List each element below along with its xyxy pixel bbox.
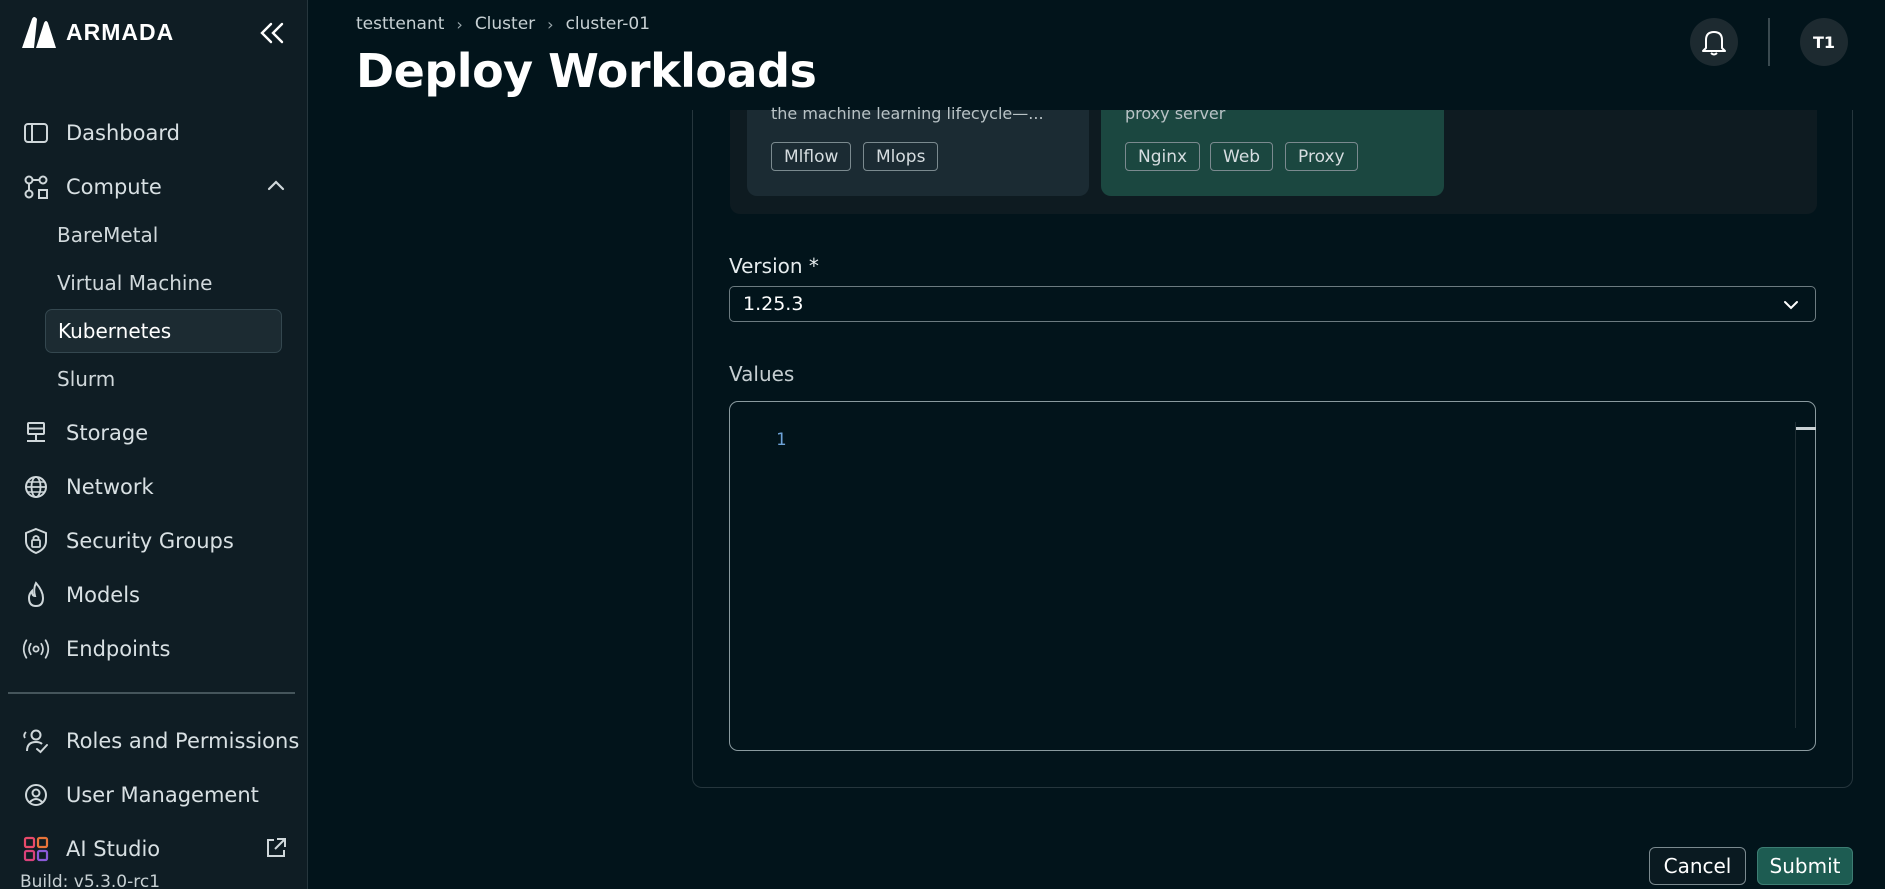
nav-user-management[interactable]: User Management (22, 777, 259, 813)
bell-icon (1702, 31, 1726, 56)
double-chevron-left-icon (260, 22, 284, 44)
breadcrumb: testtenant › Cluster › cluster-01 (356, 14, 650, 34)
chevron-right-icon: › (456, 14, 463, 34)
nav-network[interactable]: Network (22, 469, 154, 505)
sidebar-item-label: Virtual Machine (57, 271, 213, 295)
breadcrumb-item-tenant[interactable]: testtenant (356, 14, 444, 34)
chevron-up-icon[interactable] (265, 178, 287, 192)
brand-logo[interactable]: ARMADA (20, 15, 174, 49)
tag-badge: Mlflow (771, 142, 852, 171)
nav-roles-permissions-label: Roles and Permissions (66, 729, 300, 753)
scrollbar-thumb[interactable] (1796, 427, 1816, 430)
external-link-icon[interactable] (264, 836, 288, 860)
version-select[interactable]: 1.25.3 (729, 286, 1816, 322)
tag-badge: Mlops (863, 142, 939, 171)
nav-dashboard-label: Dashboard (66, 121, 180, 145)
cancel-button[interactable]: Cancel (1649, 847, 1746, 885)
nav-endpoints[interactable]: Endpoints (22, 631, 170, 667)
user-circle-icon (22, 781, 50, 809)
armada-logo-icon (22, 17, 56, 48)
compute-icon (22, 173, 50, 201)
nav-network-label: Network (66, 475, 154, 499)
page-title: Deploy Workloads (356, 44, 817, 98)
ai-studio-icon (22, 835, 50, 863)
sidebar-item-baremetal[interactable]: BareMetal (45, 213, 282, 257)
nav-security-groups[interactable]: Security Groups (22, 523, 234, 559)
tag-badge: Nginx (1125, 142, 1201, 171)
submit-button[interactable]: Submit (1757, 847, 1853, 885)
nav-endpoints-label: Endpoints (66, 637, 171, 661)
sidebar-item-label: Slurm (57, 367, 116, 391)
storage-icon (22, 419, 50, 447)
notifications-button[interactable] (1690, 18, 1738, 66)
sidebar-item-label: Kubernetes (58, 319, 172, 343)
sidebar-item-slurm[interactable]: Slurm (45, 357, 282, 401)
sidebar: ARMADA Dashboard Compute BareMetal Virtu… (0, 0, 308, 889)
nav-compute[interactable]: Compute (22, 169, 162, 205)
build-version: Build: v5.3.0-rc1 (20, 872, 161, 889)
nav-ai-studio[interactable]: AI Studio (22, 831, 160, 867)
nav-storage-label: Storage (66, 421, 149, 445)
sidebar-item-kubernetes[interactable]: Kubernetes (45, 309, 282, 353)
values-editor[interactable]: 1 (729, 401, 1816, 751)
nav-user-management-label: User Management (66, 783, 259, 807)
nav-roles-permissions[interactable]: Roles and Permissions (22, 723, 299, 759)
nav-dashboard[interactable]: Dashboard (22, 115, 180, 151)
nav-storage[interactable]: Storage (22, 415, 148, 451)
values-label: Values (729, 362, 795, 386)
nav-models[interactable]: Models (22, 577, 140, 613)
broadcast-icon (22, 635, 50, 663)
sidebar-item-virtual-machine[interactable]: Virtual Machine (45, 261, 282, 305)
header-divider (1768, 18, 1770, 66)
sidebar-divider (8, 692, 295, 694)
version-label: Version * (729, 254, 819, 278)
users-check-icon (22, 727, 50, 755)
tag-badge: Web (1210, 142, 1274, 171)
avatar[interactable]: T1 (1800, 18, 1848, 66)
chevron-right-icon: › (547, 14, 554, 34)
nav-compute-label: Compute (66, 175, 162, 199)
shield-lock-icon (22, 527, 50, 555)
breadcrumb-item-cluster[interactable]: Cluster (475, 14, 535, 34)
dashboard-icon (22, 119, 50, 147)
card-description: the machine learning lifecycle—... (771, 104, 1044, 123)
brand-name: ARMADA (66, 18, 175, 45)
sidebar-item-label: BareMetal (57, 223, 159, 247)
chevron-down-icon (1784, 301, 1798, 310)
version-value: 1.25.3 (743, 293, 804, 315)
globe-icon (22, 473, 50, 501)
editor-scrollbar[interactable] (1795, 422, 1816, 728)
breadcrumb-item-current: cluster-01 (565, 14, 651, 34)
card-description: proxy server (1125, 104, 1226, 123)
line-number: 1 (776, 430, 787, 450)
nav-security-groups-label: Security Groups (66, 529, 234, 553)
nav-ai-studio-label: AI Studio (66, 837, 161, 861)
tag-badge: Proxy (1285, 142, 1358, 171)
flame-icon (22, 581, 50, 609)
nav-models-label: Models (66, 583, 140, 607)
collapse-sidebar-button[interactable] (254, 16, 290, 50)
